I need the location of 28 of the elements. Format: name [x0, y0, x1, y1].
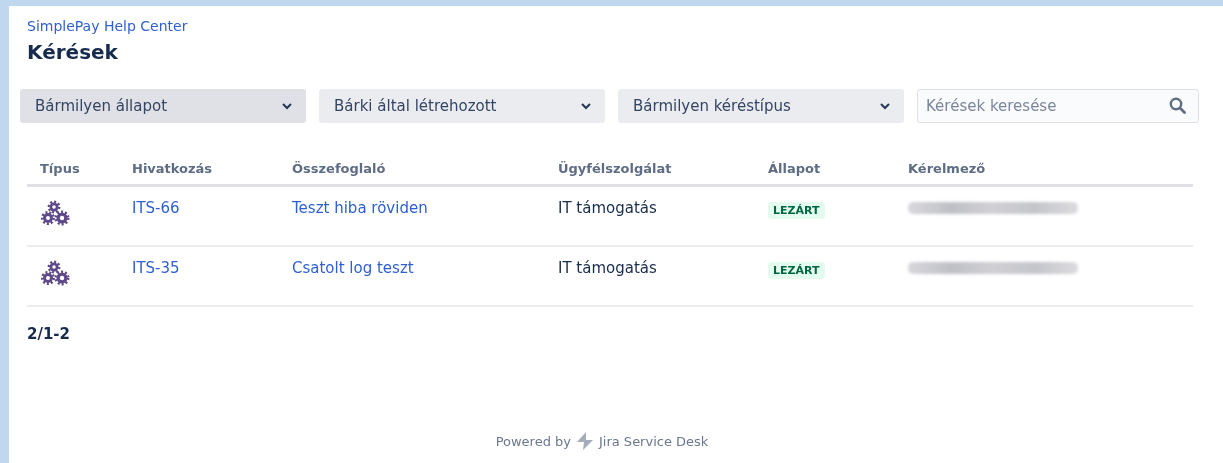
pagination-count: 2/1-2: [27, 325, 71, 343]
chevron-down-icon: [282, 102, 292, 110]
footer-product: Jira Service Desk: [599, 433, 709, 449]
summary-link[interactable]: Csatolt log teszt: [292, 259, 558, 277]
lightning-logo-icon: [575, 431, 595, 451]
column-header: Összefoglaló: [292, 161, 387, 176]
column-header: Hivatkozás: [132, 161, 214, 176]
help-center-link[interactable]: SimplePay Help Center: [27, 18, 188, 34]
filter-dropdown[interactable]: Bármilyen állapot: [20, 89, 306, 123]
request-link[interactable]: ITS-35: [132, 259, 292, 277]
chevron-down-icon: [880, 102, 890, 110]
search-icon: [1169, 97, 1186, 114]
summary-link[interactable]: Teszt hiba röviden: [292, 199, 558, 217]
status-lozenge: LEZÁRT: [768, 202, 825, 219]
page-title: Kérések: [27, 40, 118, 64]
footer-text: Powered by: [495, 433, 571, 449]
filter-dropdown[interactable]: Bármilyen kéréstípus: [618, 89, 904, 123]
column-header: Kérelmező: [908, 161, 987, 176]
column-header: Ügyfélszolgálat: [558, 161, 673, 176]
column-header: Típus: [39, 161, 81, 176]
table-cell-text: IT támogatás: [558, 259, 658, 277]
filter-dropdown[interactable]: Bárki által létrehozott: [319, 89, 605, 123]
table-cell-text: IT támogatás: [558, 199, 658, 217]
column-header: Állapot: [768, 161, 822, 176]
search-field[interactable]: Kérések keresése: [917, 89, 1199, 123]
request-link[interactable]: ITS-66: [132, 199, 292, 217]
status-lozenge: LEZÁRT: [768, 262, 825, 279]
chevron-down-icon: [581, 102, 591, 110]
